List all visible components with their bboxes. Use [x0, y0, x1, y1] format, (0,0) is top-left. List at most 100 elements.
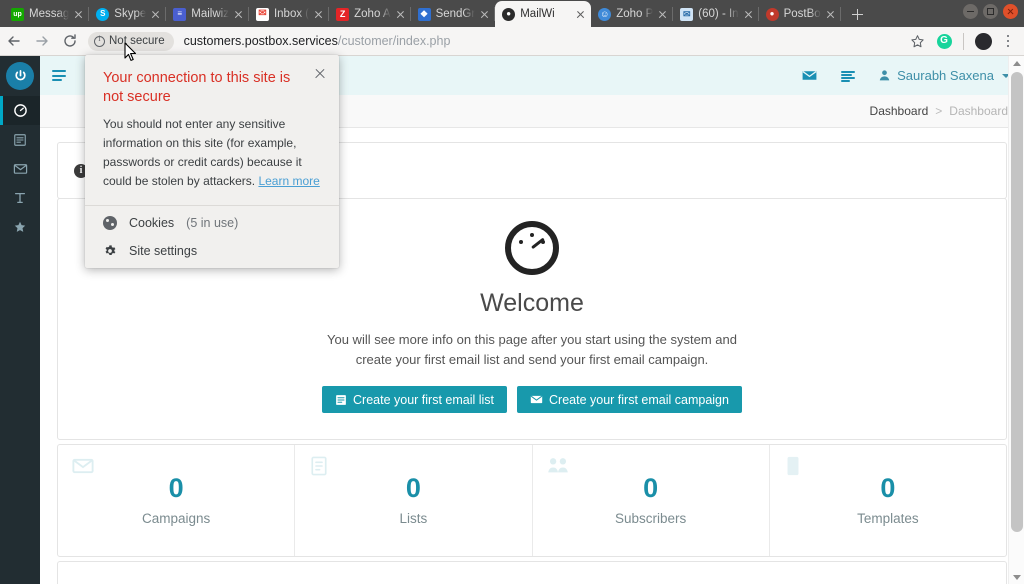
create-first-email-campaign-button[interactable]: Create your first email campaign	[517, 386, 742, 414]
tab-title: (60) - In	[698, 8, 739, 20]
bookmark-star-icon[interactable]	[905, 29, 929, 53]
tab-separator	[839, 7, 841, 21]
close-icon[interactable]	[149, 8, 162, 21]
browser-tab[interactable]: ❖ SendGr	[411, 1, 496, 27]
button-label: Create your first email list	[353, 392, 495, 407]
close-icon[interactable]	[478, 8, 491, 21]
close-icon[interactable]	[824, 8, 837, 21]
breadcrumb-separator: >	[935, 104, 943, 118]
browser-tab[interactable]: ≡ Mailwiz	[166, 1, 249, 27]
stat-value: 0	[643, 473, 659, 504]
close-icon[interactable]	[394, 8, 407, 21]
tab-title: Messag	[29, 8, 70, 20]
sidebar-item-dashboard[interactable]	[0, 96, 40, 125]
reload-icon[interactable]	[56, 27, 84, 55]
text-icon	[14, 192, 26, 203]
sidebar-item-lists[interactable]	[0, 125, 40, 154]
site-security-popup: Your connection to this site is not secu…	[85, 55, 339, 268]
toolbar-right	[905, 29, 1024, 53]
close-icon[interactable]	[574, 8, 587, 21]
stat-card-templates[interactable]: 0 Templates	[770, 445, 1006, 556]
stat-card-campaigns[interactable]: 0 Campaigns	[58, 445, 296, 557]
stat-value: 0	[168, 473, 184, 504]
browser-tab[interactable]: Z Zoho A	[329, 1, 411, 27]
list-icon	[336, 394, 346, 405]
stat-label: Subscribers	[614, 511, 687, 527]
stats-row: 0 Campaigns 0 Lists 0 Subscribers 0 Temp…	[57, 444, 1007, 558]
browser-window: up Messag S Skype ≡ Mailwiz ✉ Inbox ( Z …	[0, 0, 1024, 584]
star-icon	[14, 221, 26, 232]
bottom-card	[57, 561, 1007, 584]
minimize-button[interactable]	[963, 4, 978, 19]
close-icon[interactable]	[656, 8, 669, 21]
sidebar-item-campaigns[interactable]	[0, 154, 40, 183]
url-path: /customer/index.php	[337, 34, 451, 48]
browser-tab[interactable]: S Skype	[89, 1, 167, 27]
profile-avatar-icon[interactable]	[971, 29, 995, 53]
sidebar-item-extras[interactable]	[0, 212, 40, 241]
scrollbar-thumb[interactable]	[1011, 72, 1023, 532]
close-icon[interactable]	[312, 8, 325, 21]
notifications-icon[interactable]	[840, 68, 856, 84]
user-menu[interactable]: Saurabh Saxena	[878, 68, 1010, 83]
nav-toggle-icon[interactable]	[52, 64, 76, 88]
tab-title: PostBo	[783, 8, 821, 20]
stat-card-lists[interactable]: 0 Lists	[295, 445, 533, 557]
user-icon	[879, 70, 890, 81]
new-tab-button[interactable]	[844, 1, 870, 27]
tab-title: Zoho P	[616, 8, 654, 20]
site-settings-row[interactable]: Site settings	[103, 240, 321, 268]
grammarly-extension-icon[interactable]	[932, 29, 956, 53]
mail-blue-icon: ✉	[680, 7, 694, 21]
tab-title: Inbox (	[273, 8, 310, 20]
toolbar-divider	[963, 32, 964, 50]
stat-value: 0	[880, 473, 896, 504]
zoho-people-icon: ☺	[598, 7, 612, 21]
upwork-icon: up	[11, 7, 24, 21]
app-sidebar	[0, 56, 40, 584]
zoho-icon: Z	[336, 7, 350, 21]
close-window-button[interactable]	[1003, 4, 1018, 19]
close-icon[interactable]	[313, 66, 327, 80]
scroll-up-icon[interactable]	[1009, 56, 1024, 70]
close-icon[interactable]	[742, 8, 755, 21]
scroll-down-icon[interactable]	[1009, 570, 1024, 584]
window-controls	[963, 4, 1018, 19]
forward-icon[interactable]	[28, 27, 56, 55]
learn-more-link[interactable]: Learn more	[258, 174, 319, 188]
mailwizz-icon: ≡	[173, 7, 187, 21]
address-bar[interactable]: Not secure customers.postbox.services/cu…	[88, 30, 899, 52]
sidebar-item-templates[interactable]	[0, 183, 40, 212]
people-icon	[547, 455, 569, 478]
stat-card-subscribers[interactable]: 0 Subscribers	[533, 445, 770, 557]
browser-tab[interactable]: ● PostBo	[759, 1, 841, 27]
stat-label: Campaigns	[141, 511, 211, 527]
envelope-icon	[530, 396, 543, 404]
close-icon[interactable]	[232, 8, 245, 21]
browser-tab[interactable]: ✉ Inbox (	[249, 1, 330, 27]
envelope-icon	[13, 164, 27, 174]
cookies-row[interactable]: Cookies (5 in use)	[103, 206, 321, 240]
create-first-email-list-button[interactable]: Create your first email list	[322, 386, 508, 414]
cookies-label: Cookies	[129, 215, 175, 230]
back-icon[interactable]	[0, 27, 28, 55]
list-icon	[14, 133, 26, 146]
dashboard-gauge-icon	[505, 221, 559, 275]
skype-icon: S	[96, 7, 110, 21]
browser-tab[interactable]: up Messag	[4, 1, 90, 27]
security-popup-body: You should not enter any sensitive infor…	[103, 115, 321, 205]
mailwizz-logo[interactable]	[0, 56, 40, 96]
browser-tab[interactable]: ☺ Zoho P	[591, 1, 674, 27]
chrome-menu-icon[interactable]	[998, 31, 1018, 51]
info-circle-icon	[94, 34, 105, 47]
browser-tab-active[interactable]: ● MailWi	[495, 1, 592, 27]
mailwizz-dark-icon: ●	[502, 7, 516, 21]
page-scrollbar[interactable]	[1008, 56, 1024, 584]
postbox-icon: ●	[765, 7, 779, 21]
breadcrumb-current[interactable]: Dashboard	[870, 104, 929, 118]
messages-icon[interactable]	[801, 67, 818, 84]
browser-tab[interactable]: ✉ (60) - In	[673, 1, 759, 27]
maximize-button[interactable]	[983, 4, 998, 19]
tab-title: SendGr	[435, 8, 476, 20]
close-icon[interactable]	[72, 8, 85, 21]
